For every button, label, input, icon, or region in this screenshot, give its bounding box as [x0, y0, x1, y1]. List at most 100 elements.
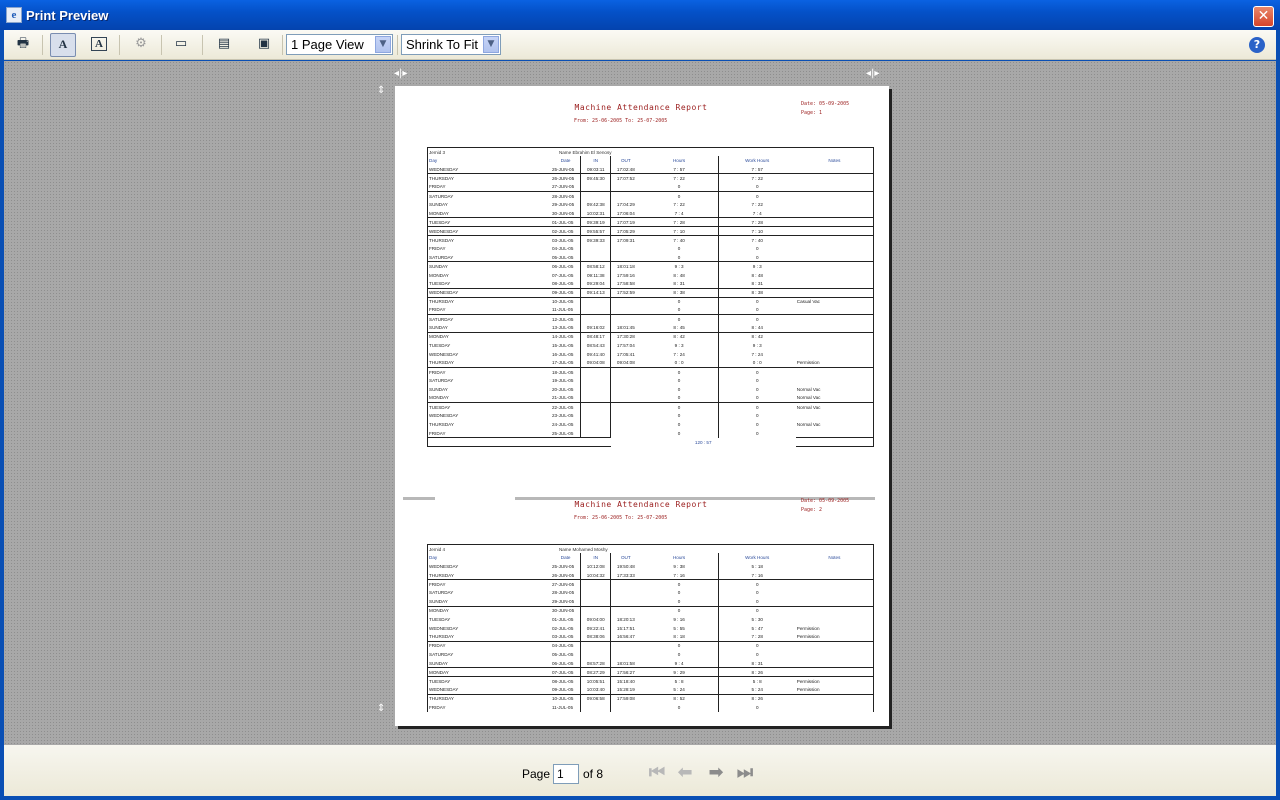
table-cell: 0	[640, 402, 719, 412]
table-cell	[795, 331, 874, 342]
table-cell	[610, 429, 641, 438]
table-cell	[580, 296, 611, 306]
table-cell: 19:50:48	[610, 562, 641, 571]
header-footer-icon[interactable]: ▭	[168, 33, 194, 57]
table-row: SATURDAY 28-JUN-05 0 0	[426, 190, 874, 201]
table-cell: SATURDAY	[426, 253, 551, 262]
table-cell	[610, 296, 641, 306]
table-cell: 0	[717, 314, 796, 324]
view-mode-select[interactable]: 1 Page View ▼	[286, 34, 393, 55]
gear-icon[interactable]: ⚙	[128, 33, 154, 57]
table-cell	[580, 366, 611, 377]
table-cell: 7 : 24	[673, 351, 685, 357]
table-cell: 10:05:51	[580, 675, 611, 686]
page-number-input[interactable]	[553, 764, 579, 784]
toolbar-separator	[282, 35, 283, 55]
table-cell: 0	[677, 590, 681, 596]
toolbar-separator	[42, 35, 43, 55]
table-header-row: Day Date IN OUT Hours Work Hours Notes	[426, 156, 874, 166]
table-cell: 17:05:29	[610, 226, 641, 236]
table-cell: 09:03:11	[580, 165, 611, 174]
table-cell	[795, 217, 874, 227]
close-button[interactable]: ✕	[1253, 6, 1274, 27]
table-cell: Normal Vac	[795, 402, 874, 412]
previous-page-icon[interactable]: ⬅	[673, 762, 697, 784]
table-cell	[580, 605, 611, 615]
table-cell: 29-JUN-05	[551, 202, 575, 208]
table-row: MONDAY 07-JUL-05 09:11:38 17:59:16 8 : 48 8 :…	[426, 270, 874, 280]
table-cell: TUESDAY	[426, 279, 551, 289]
table-row: THURSDAY 24-JUL-05 0 0 Normal Vac	[426, 420, 874, 429]
table-cell: WEDNESDAY	[426, 411, 551, 421]
table-cell: 18:01:45	[610, 323, 641, 333]
table-row: SUNDAY 13-JUL-05 09:16:02 18:01:45 8 : 45 8 :…	[426, 323, 874, 333]
table-cell: 18:01:58	[610, 658, 641, 668]
full-page-icon[interactable]: ▣	[251, 33, 277, 57]
report-period: From: 25-06-2005 To: 25-07-2005	[574, 118, 668, 124]
report-date-line: Date: 05-09-2005	[801, 498, 850, 504]
bottom-margin-handle[interactable]: ⇕	[377, 703, 385, 714]
table-cell: 7 : 22	[640, 173, 719, 183]
table-cell: SUNDAY	[426, 200, 551, 210]
employee-info-row: Jemid 3 Name Ebrahim El Senosy	[426, 147, 874, 157]
table-cell: Permission	[795, 632, 874, 642]
full-width-icon[interactable]: ▤	[211, 33, 237, 57]
table-cell	[580, 190, 611, 201]
table-cell: 08:54:43	[580, 341, 611, 350]
table-row: THURSDAY 17-JUL-05 09:04:08 09:04:08 0 : 0 0 …	[426, 358, 874, 368]
table-row: FRIDAY 04-JUL-05 0 0	[426, 640, 874, 651]
table-cell: 0	[640, 605, 719, 615]
table-cell: 09:04:08	[580, 358, 611, 368]
table-cell	[580, 640, 611, 651]
table-cell: 09:55:57	[580, 226, 611, 236]
table-cell: 18-JUL-05	[550, 366, 581, 377]
landscape-icon[interactable]: A	[86, 33, 112, 57]
table-cell: 09:22:41	[580, 623, 611, 633]
right-margin-handle[interactable]: ◂|▸	[866, 68, 879, 79]
table-cell: FRIDAY	[426, 429, 551, 438]
report-page-line: Page: 1	[801, 110, 823, 116]
table-cell	[580, 420, 611, 429]
table-cell: 0	[677, 704, 681, 710]
table-cell: 0	[677, 651, 681, 657]
table-cell: THURSDAY	[426, 234, 551, 245]
portrait-icon[interactable]: A	[50, 33, 76, 57]
next-page-icon[interactable]: ➡	[704, 762, 728, 784]
table-cell: 0	[717, 376, 796, 386]
printer-icon[interactable]: 🖶	[10, 33, 36, 57]
zoom-mode-select[interactable]: Shrink To Fit ▼	[401, 34, 501, 55]
table-cell: 0 : 0	[717, 358, 796, 368]
first-page-icon[interactable]: ⏮	[645, 762, 669, 784]
table-row: WEDNESDAY 16-JUL-05 09:41:40 17:05:41 7 : 24…	[426, 349, 874, 359]
table-cell: 03-JUL-05	[550, 234, 581, 245]
table-cell: 0	[640, 640, 719, 651]
table-cell	[580, 402, 611, 412]
table-cell: MONDAY	[426, 605, 551, 615]
table-cell: SATURDAY	[426, 588, 551, 598]
last-page-icon[interactable]: ⏭	[733, 762, 757, 784]
left-margin-handle[interactable]: ◂|▸	[394, 68, 407, 79]
help-icon[interactable]: ?	[1249, 37, 1265, 53]
table-cell: 8 : 48	[673, 272, 685, 278]
chevron-down-icon[interactable]: ▼	[375, 36, 391, 53]
table-cell: MONDAY	[426, 331, 551, 342]
chevron-down-icon[interactable]: ▼	[483, 36, 499, 53]
table-row: SATURDAY 28-JUN-05 0 0	[426, 588, 874, 598]
table-cell: 11-JUL-05	[551, 307, 574, 313]
table-cell: 14-JUL-05	[550, 331, 581, 342]
table-cell: 0	[677, 307, 681, 313]
preview-area[interactable]: ◂|▸ ◂|▸ ⇕ ⇕ Machine Attendance Report Fr…	[4, 61, 1276, 745]
table-cell: 15:28:19	[610, 685, 641, 695]
table-cell: 7 : 57	[673, 166, 685, 172]
table-cell: 9 : 3	[717, 341, 796, 350]
table-cell: 09:04:00	[580, 614, 611, 624]
table-row: FRIDAY 04-JUL-05 0 0	[426, 244, 874, 254]
table-cell: 7 : 4	[717, 209, 796, 218]
top-margin-handle[interactable]: ⇕	[377, 85, 385, 96]
table-cell: 08:58:12	[580, 261, 611, 271]
column-header: IN	[580, 156, 611, 166]
table-cell	[610, 579, 641, 589]
table-cell: 09:29:04	[580, 279, 611, 289]
table-row: FRIDAY 18-JUL-05 0 0	[426, 366, 874, 377]
table-cell: WEDNESDAY	[426, 562, 551, 571]
